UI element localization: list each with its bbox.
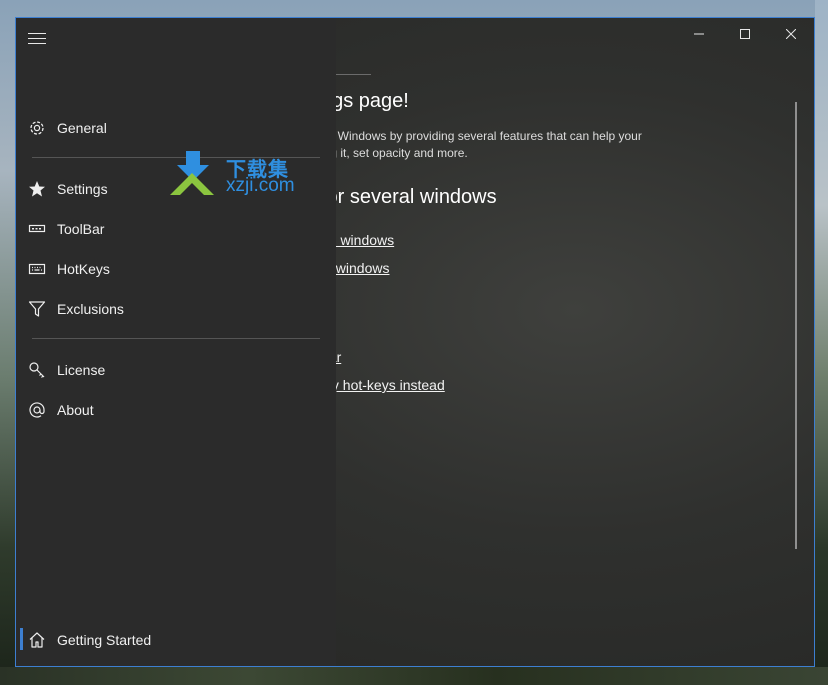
maximize-icon [740,29,750,39]
filter-icon [17,289,57,329]
nav-label-about: About [57,402,94,418]
keyboard-icon [17,249,57,289]
nav-label-license: License [57,362,106,378]
nav-label-general: General [57,120,107,136]
description-line-1: on Windows by providing several features… [321,129,642,143]
nav-item-license[interactable]: License [16,350,336,390]
toolbar-icon [17,209,57,249]
navigation-pane: General Settings ToolBar HotKeys Exclusi… [16,18,336,666]
link-hotkeys-instead[interactable]: nly hot-keys instead [321,377,445,393]
close-icon [786,29,796,39]
star-icon [17,169,57,209]
desktop-background-bottom [0,667,828,685]
nav-label-getting-started: Getting Started [57,632,152,648]
nav-label-settings: Settings [57,181,108,197]
key-icon [17,350,57,390]
maximize-button[interactable] [722,18,768,50]
nav-item-getting-started[interactable]: Getting Started [16,620,336,660]
watermark-logo: 下载集 xzji.com [168,151,318,199]
at-icon [17,390,57,430]
gear-icon [17,108,57,148]
nav-label-toolbar: ToolBar [57,221,105,237]
nav-item-general[interactable]: General [16,108,336,148]
nav-item-hotkeys[interactable]: HotKeys [16,249,336,289]
close-button[interactable] [768,18,814,50]
desktop-background-right [815,0,828,685]
description-line-2: ing it, set opacity and more. [321,146,468,160]
nav-item-toolbar[interactable]: ToolBar [16,209,336,249]
watermark-text-url: xzji.com [226,175,295,196]
content-scrollbar[interactable] [795,102,797,549]
hamburger-menu-icon[interactable] [28,33,46,47]
window-controls [676,18,814,50]
nav-label-hotkeys: HotKeys [57,261,110,277]
nav-separator [32,338,320,339]
welcome-description: on Windows by providing several features… [321,128,642,162]
nav-label-exclusions: Exclusions [57,301,124,317]
minimize-button[interactable] [676,18,722,50]
minimize-icon [694,33,704,35]
home-icon [17,620,57,660]
app-window: ngs page! on Windows by providing severa… [15,17,815,667]
watermark-arrow-icon [170,151,214,195]
section-heading: for several windows [321,186,497,208]
nav-item-exclusions[interactable]: Exclusions [16,289,336,329]
nav-item-about[interactable]: About [16,390,336,430]
